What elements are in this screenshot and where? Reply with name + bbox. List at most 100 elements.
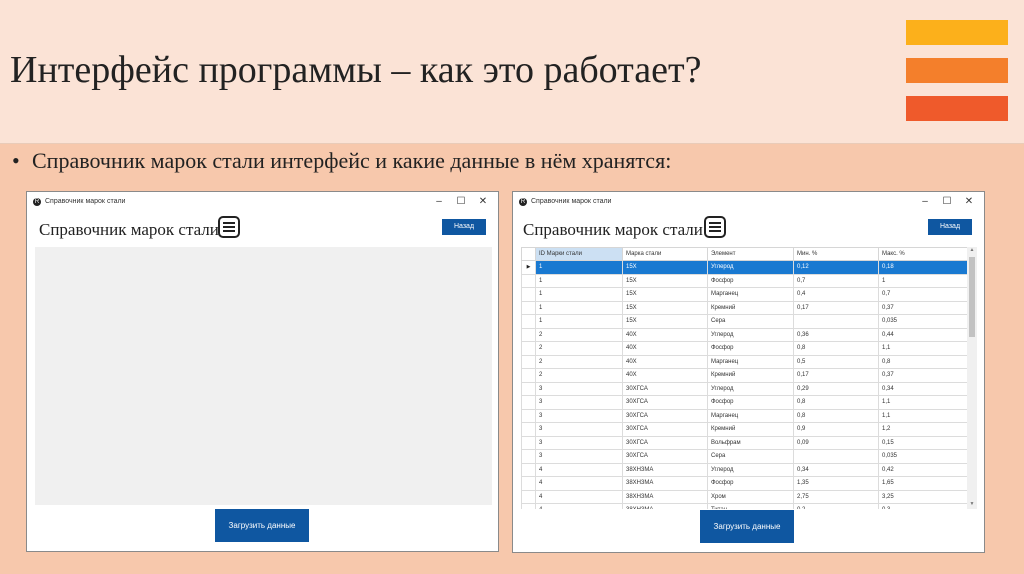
table-row[interactable]: ▶ 1 15Х Углерод 0,12 0,18 xyxy=(521,260,967,275)
table-cell[interactable]: 0,29 xyxy=(793,381,879,396)
row-header[interactable] xyxy=(521,354,536,369)
table-cell[interactable]: 1 xyxy=(878,273,967,288)
table-cell[interactable]: 15Х xyxy=(622,273,708,288)
table-cell[interactable]: 38ХН3МА xyxy=(622,476,708,491)
table-cell[interactable]: 4 xyxy=(535,462,623,477)
table-row[interactable]: 4 38ХН3МА Фосфор 1,35 1,65 xyxy=(521,476,967,491)
table-row[interactable]: 4 38ХН3МА Углерод 0,34 0,42 xyxy=(521,462,967,477)
row-header[interactable] xyxy=(521,489,536,504)
table-cell[interactable]: 30ХГСА xyxy=(622,422,708,437)
table-cell[interactable]: 0,7 xyxy=(878,287,967,302)
scroll-thumb[interactable] xyxy=(969,257,975,337)
table-cell[interactable]: 15Х xyxy=(622,314,708,329)
table-cell[interactable]: 1,35 xyxy=(793,476,879,491)
table-cell[interactable]: 0,17 xyxy=(793,300,879,315)
table-cell[interactable]: Сера xyxy=(707,449,794,464)
close-icon[interactable]: ✕ xyxy=(473,195,493,209)
table-cell[interactable]: 1 xyxy=(535,314,623,329)
table-cell[interactable]: 2 xyxy=(535,354,623,369)
row-header[interactable] xyxy=(521,435,536,450)
table-cell[interactable]: 38ХН3МА xyxy=(622,503,708,509)
row-header[interactable] xyxy=(521,395,536,410)
table-cell[interactable]: 30ХГСА xyxy=(622,449,708,464)
table-cell[interactable]: 0,37 xyxy=(878,368,967,383)
row-header[interactable] xyxy=(521,422,536,437)
table-cell[interactable]: 1,1 xyxy=(878,395,967,410)
close-icon[interactable]: ✕ xyxy=(959,195,979,209)
table-row[interactable]: 3 30ХГСА Вольфрам 0,09 0,15 xyxy=(521,435,967,450)
table-cell[interactable]: 1 xyxy=(535,287,623,302)
row-header[interactable] xyxy=(521,341,536,356)
table-cell[interactable]: 30ХГСА xyxy=(622,435,708,450)
table-cell[interactable]: 0,18 xyxy=(878,260,967,275)
table-cell[interactable]: 0,34 xyxy=(878,381,967,396)
table-cell[interactable]: Марганец xyxy=(707,354,794,369)
table-cell[interactable]: 0,34 xyxy=(793,462,879,477)
table-cell[interactable]: Титан xyxy=(707,503,794,509)
table-cell[interactable]: Фосфор xyxy=(707,341,794,356)
row-header[interactable] xyxy=(521,314,536,329)
table-cell[interactable]: Сера xyxy=(707,314,794,329)
table-cell[interactable]: Углерод xyxy=(707,381,794,396)
table-cell[interactable]: Углерод xyxy=(707,327,794,342)
table-row[interactable]: 1 15Х Сера 0,035 xyxy=(521,314,967,329)
table-cell[interactable] xyxy=(793,449,879,464)
table-row[interactable]: 3 30ХГСА Сера 0,035 xyxy=(521,449,967,464)
table-cell[interactable]: 3 xyxy=(535,408,623,423)
table-row[interactable]: 3 30ХГСА Марганец 0,8 1,1 xyxy=(521,408,967,423)
table-row[interactable]: 3 30ХГСА Кремний 0,9 1,2 xyxy=(521,422,967,437)
column-header[interactable]: Макс. % xyxy=(878,247,967,261)
minimize-icon[interactable]: – xyxy=(429,195,449,209)
table-cell[interactable]: Фосфор xyxy=(707,476,794,491)
table-row[interactable]: 2 40Х Марганец 0,5 0,8 xyxy=(521,354,967,369)
table-cell[interactable]: Углерод xyxy=(707,462,794,477)
table-cell[interactable]: 0,09 xyxy=(793,435,879,450)
table-cell[interactable]: 2 xyxy=(535,327,623,342)
table-cell[interactable]: 0,7 xyxy=(793,273,879,288)
table-cell[interactable]: 15Х xyxy=(622,287,708,302)
data-grid-empty[interactable] xyxy=(35,247,492,505)
table-cell[interactable]: 0,2 xyxy=(793,503,879,509)
load-data-button[interactable]: Загрузить данные xyxy=(215,509,309,542)
table-cell[interactable]: 40Х xyxy=(622,341,708,356)
minimize-icon[interactable]: – xyxy=(915,195,935,209)
table-cell[interactable]: 3 xyxy=(535,422,623,437)
table-cell[interactable]: 0,42 xyxy=(878,462,967,477)
scroll-down-icon[interactable]: ▼ xyxy=(967,501,977,509)
table-cell[interactable]: 1,1 xyxy=(878,341,967,356)
vertical-scrollbar[interactable]: ▲ ▼ xyxy=(967,247,977,509)
table-cell[interactable]: 15Х xyxy=(622,260,708,275)
load-data-button[interactable]: Загрузить данные xyxy=(700,510,794,543)
column-header[interactable]: ID Марки стали xyxy=(535,247,623,261)
table-cell[interactable]: 0,8 xyxy=(793,408,879,423)
table-cell[interactable]: 1 xyxy=(535,273,623,288)
table-cell[interactable]: 0,12 xyxy=(793,260,879,275)
table-cell[interactable]: 2 xyxy=(535,368,623,383)
table-cell[interactable]: Хром xyxy=(707,489,794,504)
table-cell[interactable]: 0,17 xyxy=(793,368,879,383)
row-header[interactable] xyxy=(521,287,536,302)
table-cell[interactable]: Кремний xyxy=(707,368,794,383)
table-cell[interactable]: 0,8 xyxy=(878,354,967,369)
table-cell[interactable]: 40Х xyxy=(622,354,708,369)
maximize-icon[interactable]: ☐ xyxy=(937,195,957,209)
table-row[interactable]: 1 15Х Кремний 0,17 0,37 xyxy=(521,300,967,315)
table-cell[interactable]: 30ХГСА xyxy=(622,395,708,410)
table-cell[interactable]: 3 xyxy=(535,449,623,464)
table-row[interactable]: 3 30ХГСА Фосфор 0,8 1,1 xyxy=(521,395,967,410)
table-cell[interactable]: 0,3 xyxy=(878,503,967,509)
table-row[interactable]: 2 40Х Углерод 0,36 0,44 xyxy=(521,327,967,342)
table-cell[interactable]: 4 xyxy=(535,489,623,504)
table-cell[interactable]: Вольфрам xyxy=(707,435,794,450)
table-cell[interactable]: Углерод xyxy=(707,260,794,275)
row-header[interactable] xyxy=(521,449,536,464)
table-cell[interactable]: 1 xyxy=(535,300,623,315)
row-header[interactable] xyxy=(521,368,536,383)
table-cell[interactable]: 2,75 xyxy=(793,489,879,504)
table-cell[interactable]: 0,15 xyxy=(878,435,967,450)
table-cell[interactable]: 30ХГСА xyxy=(622,381,708,396)
column-header[interactable]: Мин. % xyxy=(793,247,879,261)
row-header[interactable] xyxy=(521,462,536,477)
table-cell[interactable]: 1 xyxy=(535,260,623,275)
table-cell[interactable]: 0,035 xyxy=(878,314,967,329)
